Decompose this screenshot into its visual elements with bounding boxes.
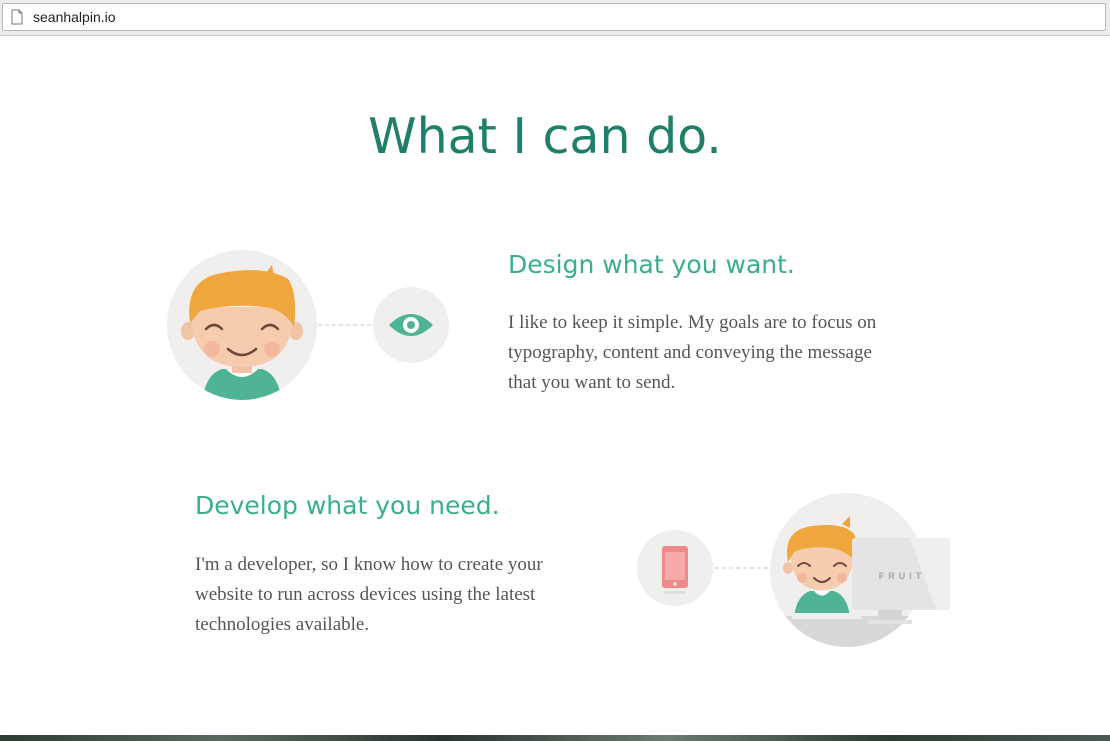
phone-icon [662,546,688,594]
address-bar[interactable]: seanhalpin.io [2,3,1106,31]
browser-toolbar: seanhalpin.io [0,0,1110,36]
section-text-develop: I'm a developer, so I know how to create… [195,554,543,635]
page-icon [11,9,23,25]
section-text-design: I like to keep it simple. My goals are t… [508,312,877,393]
page-title: What I can do. [368,108,722,165]
url-text: seanhalpin.io [33,9,116,25]
monitor-label: FRUIT [879,571,926,581]
section-heading-design: Design what you want. [508,250,795,279]
next-section-edge [0,735,1110,741]
developer-illustration: FRUIT [637,493,950,647]
section-heading-develop: Develop what you need. [195,491,500,520]
designer-illustration [167,250,449,400]
